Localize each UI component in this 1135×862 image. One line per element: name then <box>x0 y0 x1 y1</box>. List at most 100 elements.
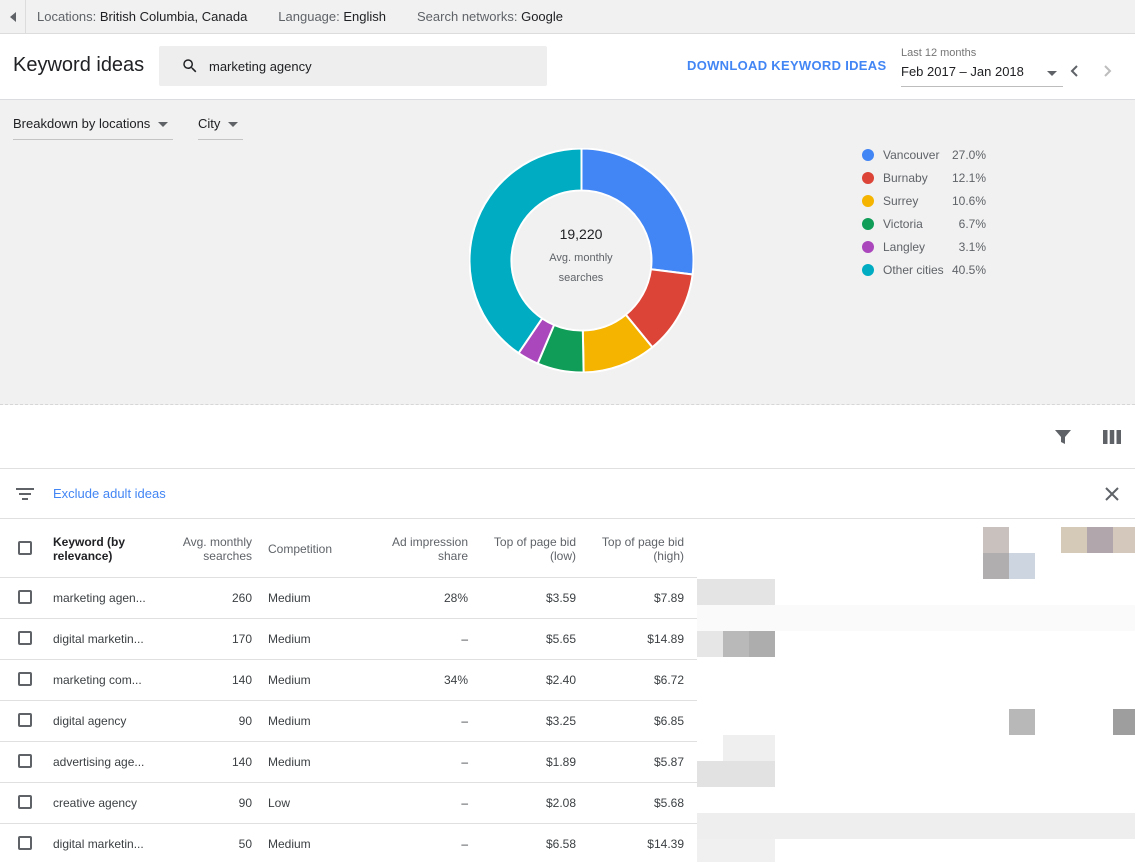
row-checkbox[interactable] <box>18 590 32 604</box>
close-icon[interactable] <box>1104 486 1120 502</box>
keyword-cell[interactable]: digital agency <box>53 714 126 728</box>
legend-label: Victoria <box>883 217 923 231</box>
keyword-cell[interactable]: marketing agen... <box>53 591 146 605</box>
date-range-label: Last 12 months <box>901 47 977 59</box>
select-all-checkbox[interactable] <box>18 541 32 555</box>
row-checkbox[interactable] <box>18 795 32 809</box>
bid-low-cell: $1.89 <box>545 755 576 769</box>
competition-cell: Medium <box>268 591 311 605</box>
legend-swatch <box>862 195 874 207</box>
bid-high-cell: $7.89 <box>653 591 684 605</box>
column-header-bid-high[interactable]: Top of page bid (high) <box>584 535 684 563</box>
competition-cell: Low <box>268 796 291 810</box>
legend-value: 27.0% <box>951 148 986 162</box>
keyword-cell[interactable]: advertising age... <box>53 755 144 769</box>
bid-high-cell: $6.85 <box>653 714 684 728</box>
table-row[interactable]: advertising age... 140 Medium – $1.89 $5.87 <box>0 742 697 783</box>
row-checkbox[interactable] <box>18 713 32 727</box>
date-range-value: Feb 2017 – Jan 2018 <box>901 64 1024 79</box>
impression-share-cell: 34% <box>443 673 468 687</box>
legend-item: Victoria 6.7% <box>862 216 992 239</box>
top-info-bar: Locations: British Columbia, Canada Lang… <box>0 0 1135 34</box>
table-row[interactable]: creative agency 90 Low – $2.08 $5.68 <box>0 783 697 824</box>
page-title: Keyword ideas <box>13 54 145 76</box>
keyword-cell[interactable]: marketing com... <box>53 673 142 687</box>
impression-share-cell: – <box>461 632 468 646</box>
competition-cell: Medium <box>268 714 311 728</box>
legend-item: Langley 3.1% <box>862 239 992 262</box>
search-input[interactable] <box>209 58 509 74</box>
legend-label: Langley <box>883 240 926 254</box>
keyword-cell[interactable]: digital marketin... <box>53 632 144 646</box>
filter-list-icon[interactable] <box>16 487 34 501</box>
column-header-impression-share[interactable]: Ad impression share <box>358 535 468 563</box>
filter-funnel-icon[interactable] <box>1054 428 1072 446</box>
competition-cell: Medium <box>268 837 311 851</box>
chevron-down-icon <box>158 122 169 128</box>
networks-setting[interactable]: Search networks: Google <box>417 9 563 24</box>
chart-center-label: Avg. monthly searches <box>549 252 613 284</box>
table-row[interactable]: digital agency 90 Medium – $3.25 $6.85 <box>0 701 697 742</box>
table-row[interactable]: marketing agen... 260 Medium 28% $3.59 $7.89 <box>0 578 697 619</box>
bid-high-cell: $5.68 <box>653 796 684 810</box>
table-toolbar <box>0 405 1135 469</box>
bid-high-cell: $5.87 <box>653 755 684 769</box>
table-row[interactable]: digital marketin... 50 Medium – $6.58 $14.39 <box>0 824 697 862</box>
bid-low-cell: $3.59 <box>545 591 576 605</box>
impression-share-cell: – <box>461 796 468 810</box>
legend-item: Vancouver 27.0% <box>862 147 992 170</box>
competition-cell: Medium <box>268 632 311 646</box>
bid-high-cell: $14.39 <box>647 837 684 851</box>
impression-share-cell: 28% <box>443 591 468 605</box>
chevron-left-icon[interactable] <box>1068 64 1082 78</box>
chart-legend: Vancouver 27.0% Burnaby 12.1% Surrey 10.6% Vic… <box>862 147 992 285</box>
legend-item: Burnaby 12.1% <box>862 170 992 193</box>
columns-icon[interactable] <box>1103 430 1121 444</box>
table-header: Keyword (by relevance) Avg. monthly search… <box>0 519 697 578</box>
bid-low-cell: $2.40 <box>545 673 576 687</box>
table-row[interactable]: marketing com... 140 Medium 34% $2.40 $6.72 <box>0 660 697 701</box>
city-dropdown[interactable]: City <box>198 116 243 140</box>
bid-high-cell: $14.89 <box>647 632 684 646</box>
row-checkbox[interactable] <box>18 836 32 850</box>
chevron-right-icon[interactable] <box>1100 64 1114 78</box>
language-setting[interactable]: Language: English <box>278 9 386 24</box>
back-button[interactable] <box>0 0 26 34</box>
exclude-adult-ideas-filter[interactable]: Exclude adult ideas <box>53 486 166 501</box>
legend-label: Surrey <box>883 194 919 208</box>
legend-value: 3.1% <box>958 240 986 254</box>
table-row[interactable]: digital marketin... 170 Medium – $5.65 $14.89 <box>0 619 697 660</box>
column-header-searches[interactable]: Avg. monthly searches <box>152 535 252 563</box>
download-keyword-ideas-button[interactable]: DOWNLOAD KEYWORD IDEAS <box>687 58 886 73</box>
row-checkbox[interactable] <box>18 672 32 686</box>
legend-label: Burnaby <box>883 171 928 185</box>
column-header-competition[interactable]: Competition <box>268 542 332 556</box>
searches-cell: 90 <box>238 796 252 810</box>
searches-cell: 140 <box>231 755 252 769</box>
impression-share-cell: – <box>461 837 468 851</box>
row-checkbox[interactable] <box>18 631 32 645</box>
searches-cell: 50 <box>238 837 252 851</box>
legend-item: Surrey 10.6% <box>862 193 992 216</box>
legend-swatch <box>862 264 874 276</box>
breakdown-dropdown[interactable]: Breakdown by locations <box>13 116 173 140</box>
legend-label: Other cities <box>883 263 944 277</box>
page-header: Keyword ideas DOWNLOAD KEYWORD IDEAS Las… <box>0 34 1135 100</box>
chart-center-value: 19,220 <box>559 226 603 242</box>
keyword-cell[interactable]: digital marketin... <box>53 837 144 851</box>
impression-share-cell: – <box>461 755 468 769</box>
legend-value: 40.5% <box>951 263 986 277</box>
bid-low-cell: $3.25 <box>545 714 576 728</box>
keyword-cell[interactable]: creative agency <box>53 796 137 810</box>
date-range-selector[interactable]: Last 12 months Feb 2017 – Jan 2018 <box>901 47 1063 87</box>
bid-low-cell: $5.65 <box>545 632 576 646</box>
legend-value: 6.7% <box>958 217 986 231</box>
legend-label: Vancouver <box>883 148 940 162</box>
column-header-bid-low[interactable]: Top of page bid (low) <box>476 535 576 563</box>
row-checkbox[interactable] <box>18 754 32 768</box>
searches-cell: 170 <box>231 632 252 646</box>
searches-cell: 260 <box>231 591 252 605</box>
keyword-search-box[interactable] <box>159 46 547 86</box>
locations-setting[interactable]: Locations: British Columbia, Canada <box>37 9 247 24</box>
column-header-keyword[interactable]: Keyword (by relevance) <box>53 535 125 563</box>
